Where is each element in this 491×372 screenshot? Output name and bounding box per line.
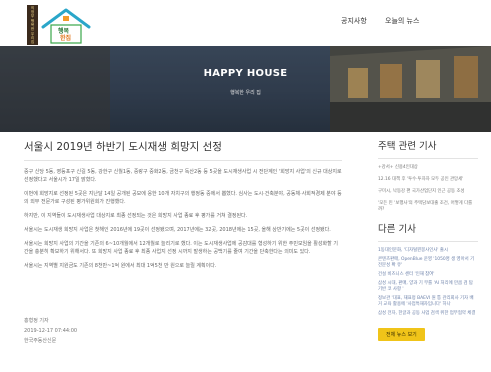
svg-text:행복: 행복 [58, 27, 70, 35]
byline-date: 2019-12-17 07:44:00 [24, 328, 78, 334]
article-paragraph: 이번에 희망지로 선정된 5곳은 지난달 14일 공개된 공모에 응한 10개 … [24, 191, 342, 205]
site-logo[interactable]: 의 정 부 행 복 한 우 리 집 행복 한집 [27, 5, 93, 45]
article-body: 중구 신당 5동, 영등포구 신길 5동, 강한구 신월1동, 중랑구 중화2동… [24, 168, 342, 270]
related-link[interactable]: '모든 민 '보행사'의 주택담보대출 조건, 어떻게 다를까? [378, 201, 478, 213]
site-header: 의 정 부 행 복 한 우 리 집 행복 한집 공지사항 오늘의 뉴스 [0, 0, 491, 46]
divider [24, 160, 342, 161]
other-link[interactable]: 정보관 '대표, 재표정 BAEVI 원 통 관리회사 기자 배 거 교육 활용… [378, 296, 478, 308]
article-paragraph: 중구 신당 5동, 영등포구 신길 5동, 강한구 신월1동, 중랑구 중화2동… [24, 169, 342, 183]
byline-source: 한국주동산신문 [24, 338, 57, 344]
hero-title: HAPPY HOUSE [203, 68, 288, 79]
hero-banner: HAPPY HOUSE 행복한 우리 집 [0, 46, 491, 132]
article-paragraph: 하지만, 이 지역들이 도시재생사업 대상지로 최종 선정되는 것은 희망지 사… [24, 213, 248, 219]
logo-char: 부 [30, 14, 35, 18]
article: 서울시 2019년 하반기 도시재생 희망지 선정 중구 신당 5동, 영등포구… [24, 140, 342, 276]
house-logo-icon: 행복 한집 [41, 8, 91, 44]
article-paragraph: 서울시는 희망지 사업의 기간을 기존의 6~10개월에서 12개월로 늘리기로… [24, 241, 338, 255]
article-title: 서울시 2019년 하반기 도시재생 희망지 선정 [24, 141, 222, 153]
other-link[interactable]: 1동대인문화, '디자털뮌봉사인사' 출시 [378, 248, 478, 254]
other-link[interactable]: 건설 비즈니스 센터 '인재 참여' [378, 272, 478, 278]
byline-author: 홍형정 기자 [24, 318, 49, 324]
related-heading: 주택 관련 기사 [378, 141, 437, 152]
other-link[interactable]: 삼성 시대, 판매, 양과 기 무를 'AI 처리에 만큼 검 탐 기반 코 사… [378, 281, 478, 293]
related-link[interactable]: 구미시, 낙동강 편 국가산업단지 인근 공동 조성 [378, 189, 478, 195]
logo-char: 집 [30, 40, 35, 44]
other-link[interactable]: 콘텐츠판매, OpenBlue 운영 '1050명 생 영아서 기 전문성 확 … [378, 257, 478, 269]
hero-subtitle: 행복한 우리 집 [230, 90, 261, 96]
all-news-button[interactable]: 전체 뉴스 보기 [378, 328, 425, 341]
related-list: +강서+ 신용4인대상 12.16 대책 후 '투수·투자자 모두 공인 관망세… [378, 165, 478, 213]
article-paragraph: 서울시는 도시재생 희망지 사업은 첫해인 2016년에 19곳이 선정됐으며,… [24, 227, 331, 233]
other-heading: 다른 기사 [378, 224, 416, 235]
related-link[interactable]: 12.16 대책 후 '투수·투자자 모두 공인 관망세' [378, 177, 478, 183]
logo-char: 한 [30, 27, 35, 31]
article-paragraph: 서울시는 지역별 지원금도 기존의 8천만~1억 원에서 최대 1억5천 만 원… [24, 263, 217, 269]
divider [378, 241, 478, 242]
logo-vertical-strip: 의 정 부 행 복 한 우 리 집 [27, 5, 38, 45]
other-list: 1동대인문화, '디자털뮌봉사인사' 출시 콘텐츠판매, OpenBlue 운영… [378, 248, 478, 317]
divider [378, 158, 478, 159]
nav-news-link[interactable]: 오늘의 뉴스 [385, 16, 419, 26]
related-link[interactable]: +강서+ 신용4인대상 [378, 165, 478, 171]
article-byline: 홍형정 기자 2019-12-17 07:44:00 한국주동산신문 [24, 316, 77, 346]
sidebar: 주택 관련 기사 +강서+ 신용4인대상 12.16 대책 후 '투수·투자자 … [378, 140, 478, 341]
nav-notice-link[interactable]: 공지사항 [341, 16, 367, 26]
other-link[interactable]: 삼성 전자, 한글과 공동 사업 검색 위한 업무협약 체결 [378, 311, 478, 317]
svg-text:한집: 한집 [60, 34, 71, 42]
